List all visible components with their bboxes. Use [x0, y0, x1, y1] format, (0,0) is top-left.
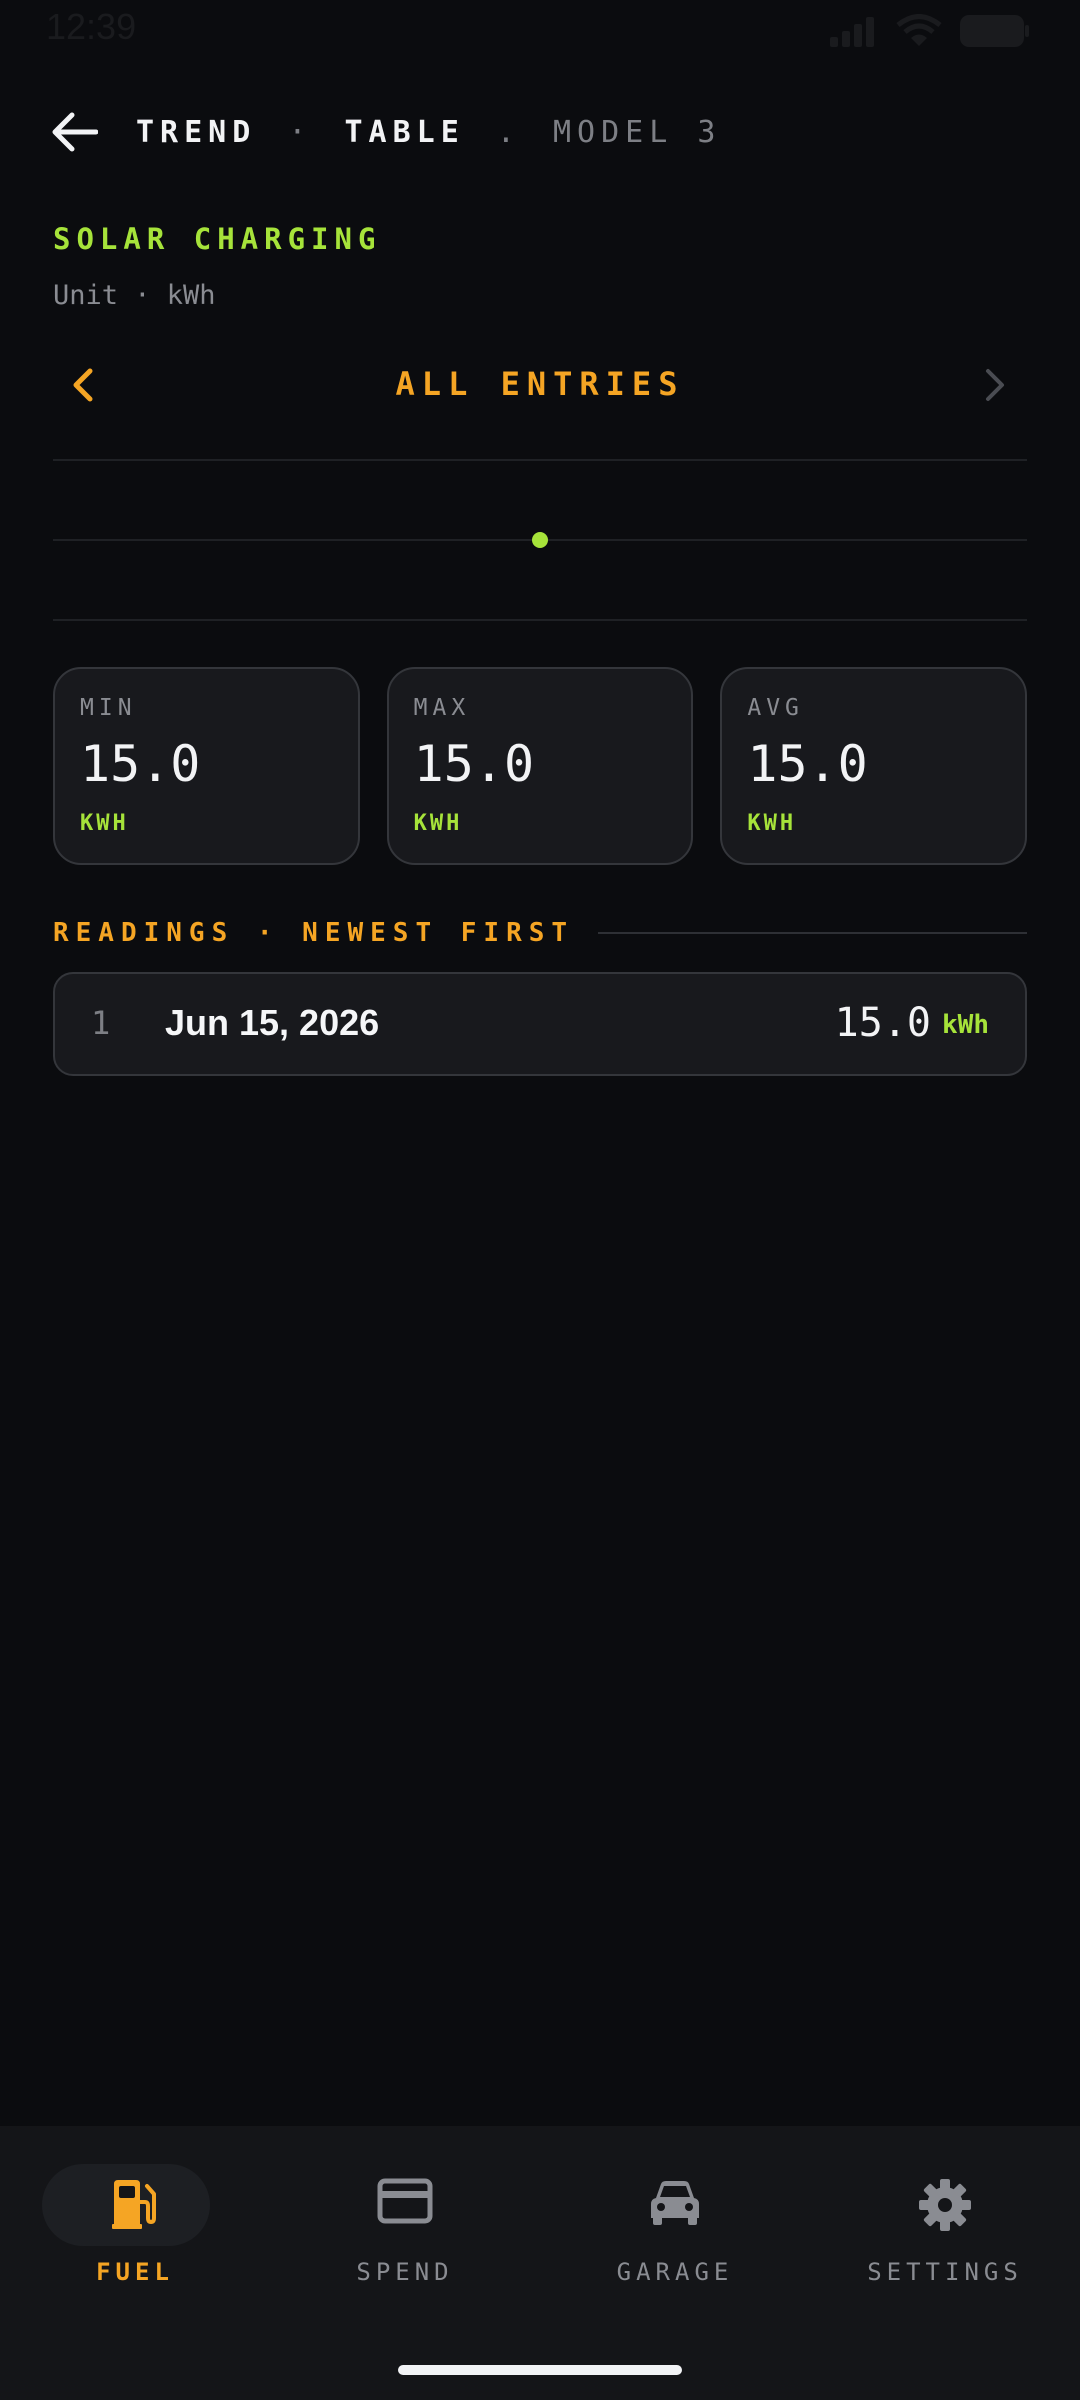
nav-label: SETTINGS: [867, 2258, 1023, 2286]
nav-tab-fuel[interactable]: FUEL: [0, 2126, 270, 2326]
period-selector: ALL ENTRIES: [53, 355, 1027, 415]
nav-tab-garage[interactable]: GARAGE: [540, 2126, 810, 2326]
back-button[interactable]: [50, 107, 100, 157]
status-icons: [830, 14, 1030, 48]
stat-value: 15.0: [80, 735, 201, 793]
nav-tab-settings[interactable]: SETTINGS: [810, 2126, 1080, 2326]
divider: [598, 932, 1027, 934]
battery-icon: [960, 15, 1029, 47]
stat-unit: KWH: [413, 811, 463, 836]
nav-label: SPEND: [356, 2258, 454, 2286]
breadcrumb-dot: ·: [288, 114, 313, 150]
stat-label: MIN: [80, 695, 137, 721]
readings-header: READINGS · NEWEST FIRST: [53, 913, 1027, 953]
fuel-pump-icon: [112, 2180, 156, 2229]
trend-chart: [53, 440, 1027, 640]
readings-title: READINGS · NEWEST FIRST: [53, 918, 575, 948]
wifi-icon: [896, 14, 942, 46]
stat-card-max: MAX 15.0 KWH: [386, 667, 694, 865]
cellular-signal-icon: [830, 17, 874, 47]
stat-card-avg: AVG 15.0 KWH: [720, 667, 1028, 865]
row-unit: kWh: [942, 1010, 989, 1040]
row-date: Jun 15, 2026: [165, 1002, 380, 1043]
status-time: 12:39: [46, 6, 137, 47]
stats-cards: MIN 15.0 KWH MAX 15.0 KWH AVG 15.0 KWH: [53, 667, 1028, 865]
stat-card-min: MIN 15.0 KWH: [53, 667, 360, 865]
home-indicator[interactable]: [398, 2365, 682, 2375]
nav-label: FUEL: [96, 2258, 174, 2286]
next-period-button[interactable]: [975, 363, 1015, 407]
arrow-left-icon: [52, 112, 98, 152]
nav-label: GARAGE: [616, 2258, 734, 2286]
bottom-navigation: FUEL SPEND GARAGE SETTINGS: [0, 2126, 1080, 2400]
breadcrumb-vehicle: MODEL 3: [553, 114, 722, 150]
chevron-right-icon: [986, 369, 1004, 401]
chart-point: [532, 532, 548, 548]
period-label: ALL ENTRIES: [395, 365, 685, 403]
stat-value: 15.0: [413, 735, 535, 793]
stat-unit: KWH: [80, 811, 129, 836]
row-value: 15.0: [834, 1000, 931, 1046]
status-bar: 12:39: [0, 0, 1080, 60]
stat-label: MAX: [413, 695, 471, 721]
breadcrumb-table: TABLE: [344, 114, 465, 150]
metric-title: SOLAR CHARGING: [53, 222, 382, 256]
trend-chart-svg: [53, 459, 1027, 621]
table-row[interactable]: 1 Jun 15, 2026 15.0 kWh: [53, 972, 1027, 1076]
metric-unit: Unit · kWh: [53, 280, 216, 311]
stat-value: 15.0: [747, 735, 868, 793]
breadcrumb: TREND · TABLE . MODEL 3: [136, 115, 721, 150]
top-bar: TREND · TABLE . MODEL 3: [50, 102, 721, 162]
breadcrumb-separator: .: [496, 114, 521, 150]
gear-icon: [919, 2179, 971, 2231]
car-icon: [651, 2181, 699, 2225]
credit-card-icon: [377, 2178, 433, 2224]
breadcrumb-trend: TREND: [136, 114, 257, 150]
row-index: 1: [91, 1004, 111, 1042]
stat-label: AVG: [747, 695, 804, 721]
nav-tab-spend[interactable]: SPEND: [270, 2126, 540, 2326]
stat-unit: KWH: [747, 811, 797, 836]
